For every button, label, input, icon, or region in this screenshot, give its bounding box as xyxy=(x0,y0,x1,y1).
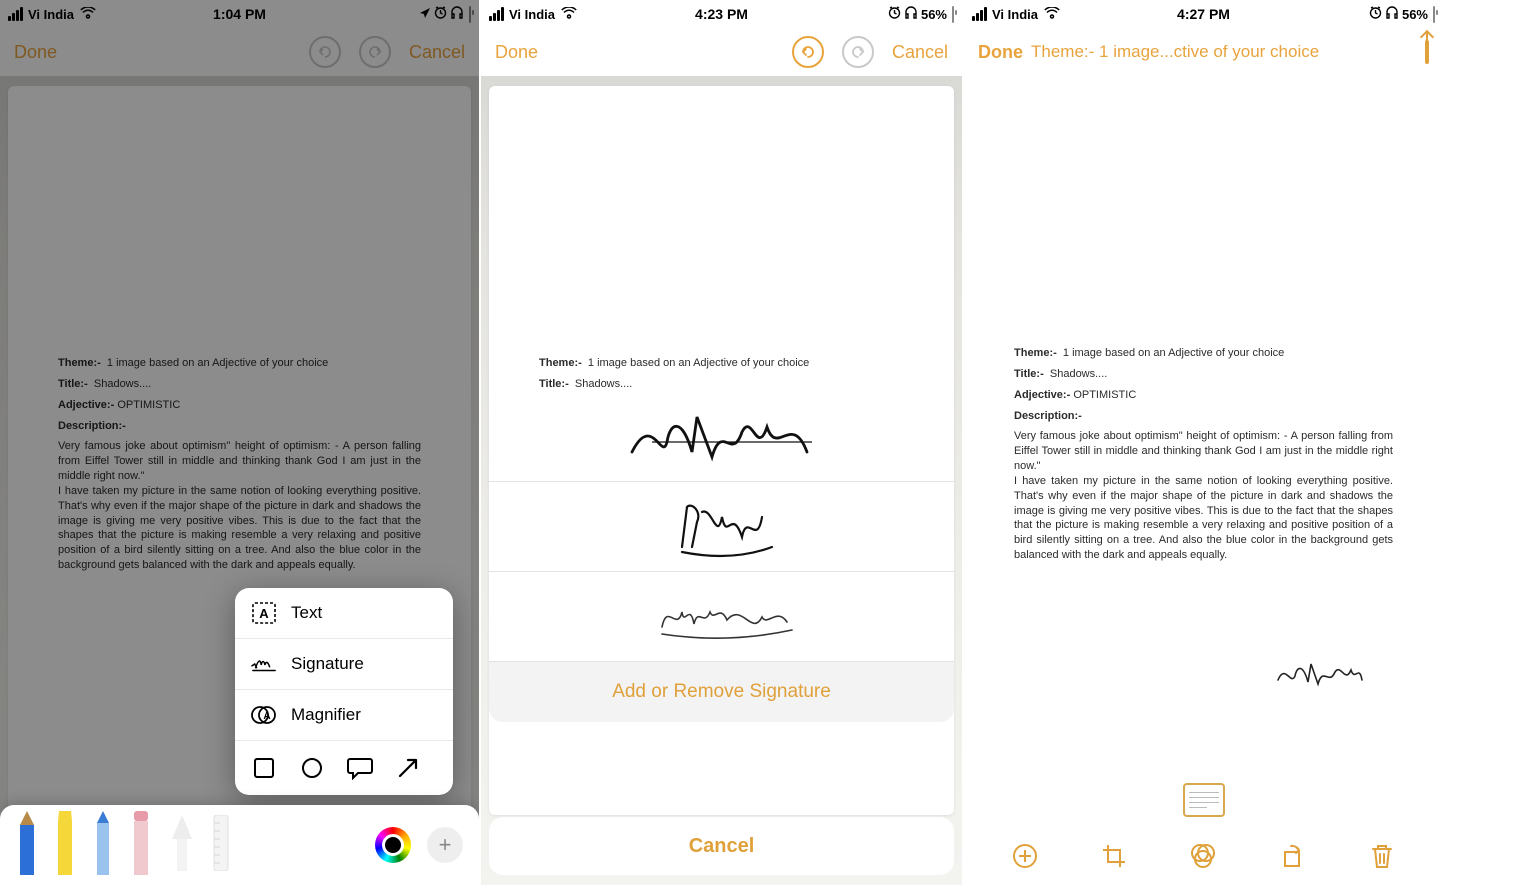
color-picker-button[interactable] xyxy=(375,827,411,863)
cancel-button[interactable]: Cancel xyxy=(892,42,948,63)
page-thumbnail[interactable] xyxy=(1183,783,1225,817)
markup-add-menu: A Text Signature A Magnifier xyxy=(235,588,453,795)
pencil-tool-blue[interactable] xyxy=(92,811,114,880)
doc-title-label: Title:- xyxy=(539,378,569,390)
svg-text:A: A xyxy=(263,711,270,722)
share-icon xyxy=(1425,40,1429,64)
magnifier-icon: A xyxy=(251,702,277,728)
clock-label: 4:23 PM xyxy=(481,6,962,22)
rectangle-shape-icon[interactable] xyxy=(251,755,277,781)
done-button[interactable]: Done xyxy=(495,42,538,63)
status-bar: Vi India 4:23 PM 56% xyxy=(481,0,962,28)
doc-description-label: Description:- xyxy=(1014,410,1082,422)
signature-action-sheet: Add or Remove Signature xyxy=(489,392,954,722)
document-view[interactable]: Theme:- 1 image based on an Adjective of… xyxy=(964,76,1443,885)
inserted-signature[interactable] xyxy=(1273,658,1363,688)
menu-item-magnifier-label: Magnifier xyxy=(291,705,361,725)
clock-label: 4:27 PM xyxy=(964,6,1443,22)
speech-bubble-icon[interactable] xyxy=(347,755,373,781)
signature-option-3[interactable] xyxy=(489,572,954,662)
menu-item-text[interactable]: A Text xyxy=(235,588,453,639)
share-button[interactable] xyxy=(1425,42,1429,63)
menu-item-signature-label: Signature xyxy=(291,654,364,674)
doc-theme-value: 1 image based on an Adjective of your ch… xyxy=(1063,347,1284,359)
doc-title-value: Shadows.... xyxy=(575,378,632,390)
status-bar: Vi India 4:27 PM 56% xyxy=(964,0,1443,28)
menu-item-magnifier[interactable]: A Magnifier xyxy=(235,690,453,741)
add-shape-button[interactable]: + xyxy=(427,827,463,863)
lasso-tool[interactable] xyxy=(168,815,196,876)
doc-adjective-value: OPTIMISTIC xyxy=(1073,389,1136,401)
crop-button[interactable] xyxy=(1099,841,1129,871)
doc-theme-label: Theme:- xyxy=(1014,347,1057,359)
svg-text:A: A xyxy=(259,606,269,621)
doc-adjective-label: Adjective:- xyxy=(1014,389,1070,401)
add-remove-signature-label: Add or Remove Signature xyxy=(612,681,831,703)
scanned-document: Theme:- 1 image based on an Adjective of… xyxy=(964,76,1443,755)
delete-button[interactable] xyxy=(1367,841,1397,871)
document-title: Theme:- 1 image...ctive of your choice xyxy=(1031,42,1425,62)
doc-theme-value: 1 image based on an Adjective of your ch… xyxy=(588,357,809,369)
arrow-shape-icon[interactable] xyxy=(395,755,421,781)
doc-title-value: Shadows.... xyxy=(1050,368,1107,380)
menu-item-text-label: Text xyxy=(291,603,322,623)
signature-preview-3 xyxy=(612,582,832,652)
signature-option-1[interactable] xyxy=(489,392,954,482)
done-button[interactable]: Done xyxy=(978,42,1023,63)
add-remove-signature-button[interactable]: Add or Remove Signature xyxy=(489,662,954,722)
undo-button[interactable] xyxy=(792,36,824,68)
signature-preview-2 xyxy=(612,492,832,562)
signature-preview-1 xyxy=(612,402,832,472)
ruler-tool[interactable] xyxy=(212,815,230,876)
menu-item-signature[interactable]: Signature xyxy=(235,639,453,690)
doc-title-label: Title:- xyxy=(1014,368,1044,380)
doc-description-body: Very famous joke about optimism" height … xyxy=(1014,429,1393,563)
highlighter-tool-yellow[interactable] xyxy=(54,811,76,880)
rotate-button[interactable] xyxy=(1278,841,1308,871)
pen-tool-blue[interactable] xyxy=(16,811,38,880)
nav-bar: Done Theme:- 1 image...ctive of your cho… xyxy=(964,28,1443,76)
doc-theme-label: Theme:- xyxy=(539,357,582,369)
signature-icon xyxy=(251,651,277,677)
filter-button[interactable] xyxy=(1188,841,1218,871)
text-icon: A xyxy=(251,600,277,626)
add-page-button[interactable] xyxy=(1010,841,1040,871)
sheet-cancel-button[interactable]: Cancel xyxy=(489,817,954,875)
sheet-cancel-label: Cancel xyxy=(689,835,755,858)
eraser-tool[interactable] xyxy=(130,811,152,880)
circle-shape-icon[interactable] xyxy=(299,755,325,781)
signature-option-2[interactable] xyxy=(489,482,954,572)
markup-toolbar: + xyxy=(0,805,479,885)
scan-edit-toolbar xyxy=(964,827,1443,885)
nav-bar: Done Cancel xyxy=(481,28,962,76)
redo-button[interactable] xyxy=(842,36,874,68)
